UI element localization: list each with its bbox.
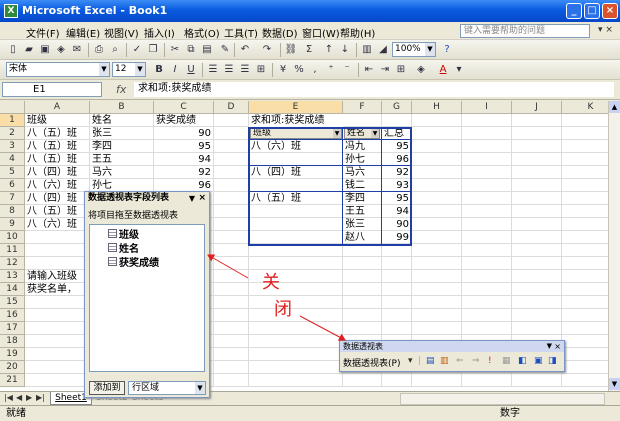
excel-window: X Microsoft Excel - Book1 _ □ × 文件(F) 编辑…	[0, 0, 620, 421]
arrow-to-pivot-toolbar	[299, 315, 346, 341]
annotation-close-char2: 闭	[274, 299, 292, 320]
arrow-to-field-list	[207, 254, 249, 279]
annotation-arrows	[207, 254, 346, 341]
annotation-close-char1: 关	[262, 272, 280, 293]
